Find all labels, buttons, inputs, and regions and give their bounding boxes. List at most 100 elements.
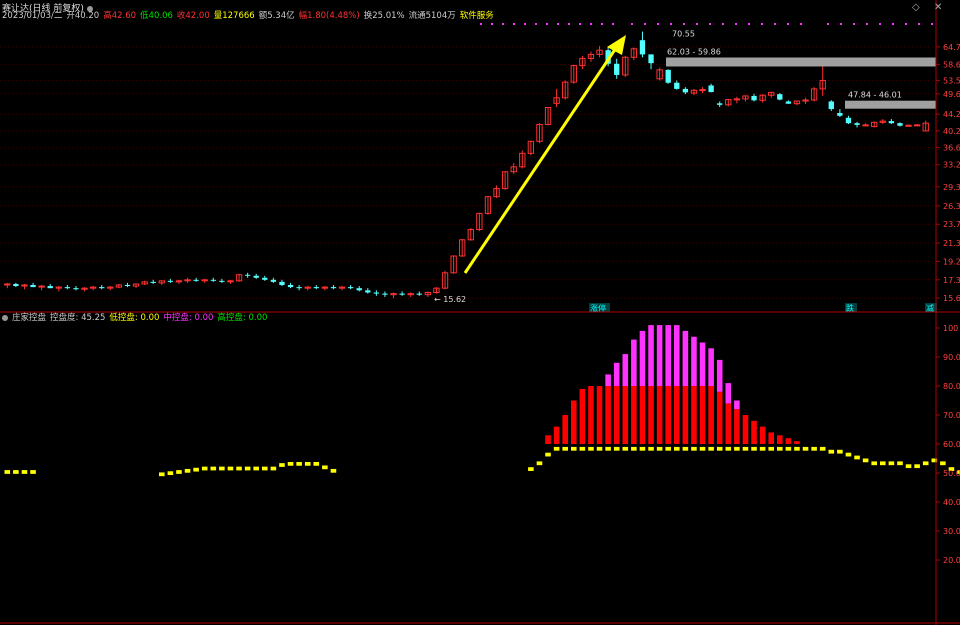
control-bar-yellow: [201, 466, 208, 471]
control-bar-yellow: [296, 461, 302, 466]
candle-body: [913, 124, 921, 127]
control-bar-yellow: [631, 446, 637, 451]
control-bar-red: [648, 386, 654, 444]
candle-body: [73, 288, 79, 290]
control-bar-yellow: [691, 446, 697, 451]
control-bar-yellow: [21, 470, 28, 474]
control-bar-magenta: [665, 325, 671, 386]
candle-body: [614, 63, 620, 75]
close-icon[interactable]: ✕: [934, 2, 942, 13]
float-label: 流通5104万: [408, 11, 456, 21]
low-control-label: 低控盘: 0.00: [109, 313, 160, 323]
trend-arrow-shaft: [463, 44, 620, 274]
control-bar-yellow: [270, 466, 277, 471]
control-bar-red: [699, 386, 706, 444]
signal-dot: [568, 23, 570, 25]
price-tick-label: 19.2: [943, 257, 960, 266]
control-bar-yellow: [734, 446, 740, 451]
control-bar-yellow: [322, 465, 328, 470]
control-bar-red: [785, 438, 792, 444]
candle-body: [219, 280, 225, 282]
indicator-tick-label: 20.0: [943, 556, 960, 565]
control-bar-yellow: [725, 446, 732, 451]
control-bar-magenta: [725, 383, 732, 404]
control-bar-yellow: [262, 466, 268, 471]
signal-dot: [579, 23, 581, 25]
control-bar-red: [725, 403, 732, 444]
control-bar-red: [579, 388, 586, 444]
control-bar-red: [794, 441, 800, 444]
diamond-icon[interactable]: ◇: [912, 2, 920, 13]
candle-body: [897, 123, 903, 126]
candle-body: [777, 94, 783, 100]
indicator-tick-label: 90.0: [943, 353, 960, 362]
candle-body: [828, 101, 834, 110]
control-bar-yellow: [184, 468, 191, 473]
high-price-label: 70.55: [672, 30, 695, 39]
control-bar-yellow: [940, 461, 946, 466]
signal-dot: [535, 23, 537, 25]
high-label: 高42.60: [103, 11, 137, 21]
control-bar-yellow: [708, 446, 714, 451]
signal-dot: [892, 23, 894, 25]
candle-body: [373, 292, 380, 294]
price-tick-label: 36.6: [943, 143, 960, 152]
open-label: 开40.20: [66, 11, 100, 21]
control-bar-red: [631, 386, 637, 444]
candle-body: [313, 287, 319, 289]
signal-dot: [513, 23, 515, 25]
control-bar-yellow: [854, 455, 860, 460]
candle-body: [648, 54, 654, 64]
control-bar-yellow: [751, 446, 757, 451]
low-price-label: ← 15.62: [434, 295, 466, 304]
control-bar-yellow: [880, 461, 886, 466]
close-label: 收42.00: [176, 11, 210, 21]
signal-dot: [670, 23, 672, 25]
candle-body: [365, 290, 371, 293]
candle-body: [399, 293, 405, 295]
candle-body: [30, 284, 36, 288]
control-bar-magenta: [605, 374, 611, 386]
control-bar-yellow: [536, 461, 543, 466]
signal-dot: [787, 23, 789, 25]
signal-dot: [683, 23, 685, 25]
change-label: 幅1.80(4.48%): [298, 11, 360, 21]
control-bar-yellow: [897, 461, 903, 466]
candle-body: [270, 279, 277, 282]
control-bar-yellow: [605, 446, 611, 451]
control-bar-yellow: [227, 466, 234, 471]
control-bar-red: [716, 391, 723, 444]
control-bar-yellow: [159, 472, 165, 477]
control-bar-magenta: [682, 330, 689, 386]
control-bar-red: [571, 400, 577, 444]
price-tick-label: 29.3: [943, 183, 960, 192]
candle-body: [733, 98, 741, 101]
price-tick-label: 64.7: [943, 43, 960, 52]
candle-body: [244, 274, 251, 276]
control-bar-red: [562, 415, 568, 444]
control-bar-red: [605, 386, 611, 444]
control-bar-magenta: [631, 339, 637, 386]
control-bar-yellow: [287, 461, 294, 466]
price-tick-label: 17.3: [943, 276, 960, 285]
control-bar-red: [665, 386, 671, 444]
price-tick-label: 26.3: [943, 202, 960, 211]
indicator-settings-icon[interactable]: [2, 314, 8, 321]
control-bar-red: [545, 435, 551, 444]
price-tick-label: 58.6: [943, 60, 960, 69]
candle-body: [262, 277, 268, 280]
candle-body: [64, 287, 71, 289]
candle-body: [665, 69, 671, 83]
price-tick-label: 53.5: [943, 76, 960, 85]
control-bar-red: [768, 432, 774, 444]
control-bar-yellow: [665, 446, 671, 451]
low-label: 低40.06: [140, 11, 173, 21]
signal-dot: [866, 23, 868, 25]
control-bar-yellow: [742, 446, 749, 451]
candle-body: [150, 281, 156, 283]
candle-body: [47, 286, 53, 289]
signal-dot: [480, 23, 482, 25]
control-bar-magenta: [734, 400, 740, 410]
control-bar-red: [759, 426, 766, 444]
signal-dot: [918, 23, 920, 25]
